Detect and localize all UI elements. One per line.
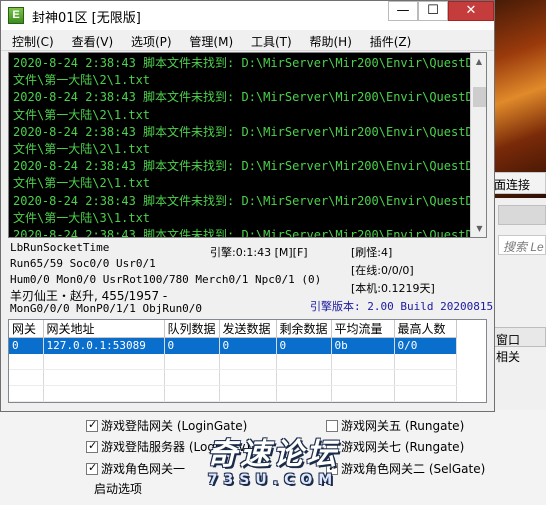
table-cell: 0/0 [394, 337, 457, 354]
log-console[interactable]: 2020-8-24 2:38:43 脚本文件未找到: D:\MirServer\… [8, 52, 487, 238]
table-cell: 0 [276, 337, 332, 354]
log-lines: 2020-8-24 2:38:43 脚本文件未找到: D:\MirServer\… [13, 55, 487, 238]
status-refresh: [刷怪:4] [351, 246, 393, 259]
log-line: 文件\第一大陆\2\1.txt [13, 107, 151, 122]
log-line: 2020-8-24 2:38:43 脚本文件未找到: D:\MirServer\… [13, 56, 487, 70]
check-login-gate[interactable]: 游戏登陆网关 (LoginGate) [86, 417, 247, 434]
background-connect-label[interactable]: 面连接 [490, 172, 546, 194]
background-toolbar [498, 205, 546, 225]
column-header[interactable]: 最高人数 [394, 320, 457, 338]
status-panel: LbRunSocketTime 引擎:0:1:43 [M][F] [刷怪:4] … [8, 239, 493, 317]
close-button[interactable]: ✕ [448, 1, 494, 21]
background-tab-window[interactable]: 窗口 [494, 331, 522, 348]
log-line: 2020-8-24 2:38:43 脚本文件未找到: D:\MirServer\… [13, 193, 487, 208]
table-cell: 0 [9, 337, 44, 354]
table-header: 网关 网关地址 队列数据 发送数据 剩余数据 平均流量 最高人数 [9, 320, 457, 338]
table-cell: 0b [331, 337, 395, 354]
table-row[interactable]: 0 127.0.0.1:53089 0 0 0 0b 0/0 [9, 337, 457, 354]
server-window: E 封神01区 [无限版] — ☐ ✕ 控制(C) 查看(V) 选项(P) 管理… [0, 0, 495, 412]
column-header[interactable]: 平均流量 [331, 320, 395, 338]
startup-options-label: 启动选项 [94, 482, 143, 496]
column-header[interactable]: 网关 [9, 320, 44, 338]
title-bar[interactable]: E 封神01区 [无限版] — ☐ ✕ [1, 1, 494, 30]
app-icon: E [8, 7, 24, 24]
engine-version: 引擎版本: 2.00 Build 20200815 [310, 300, 494, 313]
column-header[interactable]: 发送数据 [219, 320, 277, 338]
scrollbar-thumb[interactable] [473, 87, 486, 107]
minimize-button[interactable]: — [388, 1, 418, 21]
table-row-empty [9, 369, 457, 386]
console-scrollbar[interactable]: ▲ ▼ [470, 53, 486, 237]
log-line: 文件\第一大陆\2\1.txt [13, 176, 151, 191]
menu-view[interactable]: 查看(V) [65, 30, 121, 51]
forum-watermark: 奇速论坛 73SU.COM [188, 438, 358, 500]
column-header[interactable]: 队列数据 [164, 320, 220, 338]
log-line: 2020-8-24 2:38:43 脚本文件未找到: D:\MirServer\… [13, 159, 487, 174]
status-run: Run65/59 Soc0/0 Usr0/1 [10, 257, 156, 270]
column-header[interactable]: 网关地址 [43, 320, 165, 338]
table-cell: 0 [219, 337, 277, 354]
menu-options[interactable]: 选项(P) [124, 30, 179, 51]
status-local: [本机:0.1219天] [351, 282, 435, 295]
status-hum: Hum0/0 Mon0/0 UsrRot100/780 Merch0/1 Npc… [10, 273, 322, 286]
check-game-gate-5[interactable]: 游戏网关五 (Rungate) [326, 417, 464, 434]
check-role-gate-1[interactable]: 游戏角色网关一 [86, 460, 185, 477]
background-search-input[interactable]: 搜索 Le [498, 235, 546, 255]
table-cell: 0 [164, 337, 220, 354]
log-line: 2020-8-24 2:38:43 脚本文件未找到: D:\MirServer\… [13, 124, 487, 139]
scroll-down-icon[interactable]: ▼ [471, 220, 486, 237]
log-line: 2020-8-24 2:38:43 脚本文件未找到: D:\MirServer\… [13, 90, 487, 105]
gate-table[interactable]: 网关 网关地址 队列数据 发送数据 剩余数据 平均流量 最高人数 0 127.0… [8, 319, 487, 403]
checkbox-icon[interactable] [86, 439, 98, 453]
table-row-empty [9, 385, 457, 402]
background-window-tabs: 窗口 相关 [493, 327, 546, 364]
menu-tools[interactable]: 工具(T) [244, 30, 299, 51]
checkbox-icon[interactable] [86, 418, 98, 432]
log-line: 文件\第一大陆\3\1.txt [13, 210, 151, 225]
table-cell: 127.0.0.1:53089 [43, 337, 165, 354]
log-line: 文件\第一大陆\2\1.txt [13, 73, 151, 88]
maximize-button[interactable]: ☐ [418, 1, 448, 21]
menu-plugins[interactable]: 插件(Z) [363, 30, 419, 51]
status-mon: MonG0/0/0 MonP0/1/1 ObjRun0/0 [10, 302, 203, 315]
menu-control[interactable]: 控制(C) [5, 30, 61, 51]
menu-bar: 控制(C) 查看(V) 选项(P) 管理(M) 工具(T) 帮助(H) 插件(Z… [1, 30, 494, 51]
checkbox-icon[interactable] [326, 420, 338, 432]
watermark-title: 奇速论坛 [207, 437, 339, 472]
menu-help[interactable]: 帮助(H) [303, 30, 359, 51]
watermark-url: 73SU.COM [207, 472, 339, 488]
background-tab-related[interactable]: 相关 [494, 348, 522, 365]
menu-manage[interactable]: 管理(M) [182, 30, 240, 51]
status-socket-time: LbRunSocketTime [10, 241, 110, 254]
scroll-up-icon[interactable]: ▲ [471, 53, 486, 70]
status-online: [在线:0/0/0] [351, 264, 414, 277]
checkbox-icon[interactable] [86, 461, 98, 475]
log-line: 文件\第一大陆\2\1.txt [13, 142, 151, 157]
window-title: 封神01区 [无限版] [32, 11, 141, 26]
table-row-empty [9, 353, 457, 370]
status-engine-time: 引擎:0:1:43 [M][F] [210, 246, 308, 259]
column-header[interactable]: 剩余数据 [276, 320, 332, 338]
log-line: 2020-8-24 2:38:43 脚本文件未找到: D:\MirServer\… [13, 228, 487, 238]
